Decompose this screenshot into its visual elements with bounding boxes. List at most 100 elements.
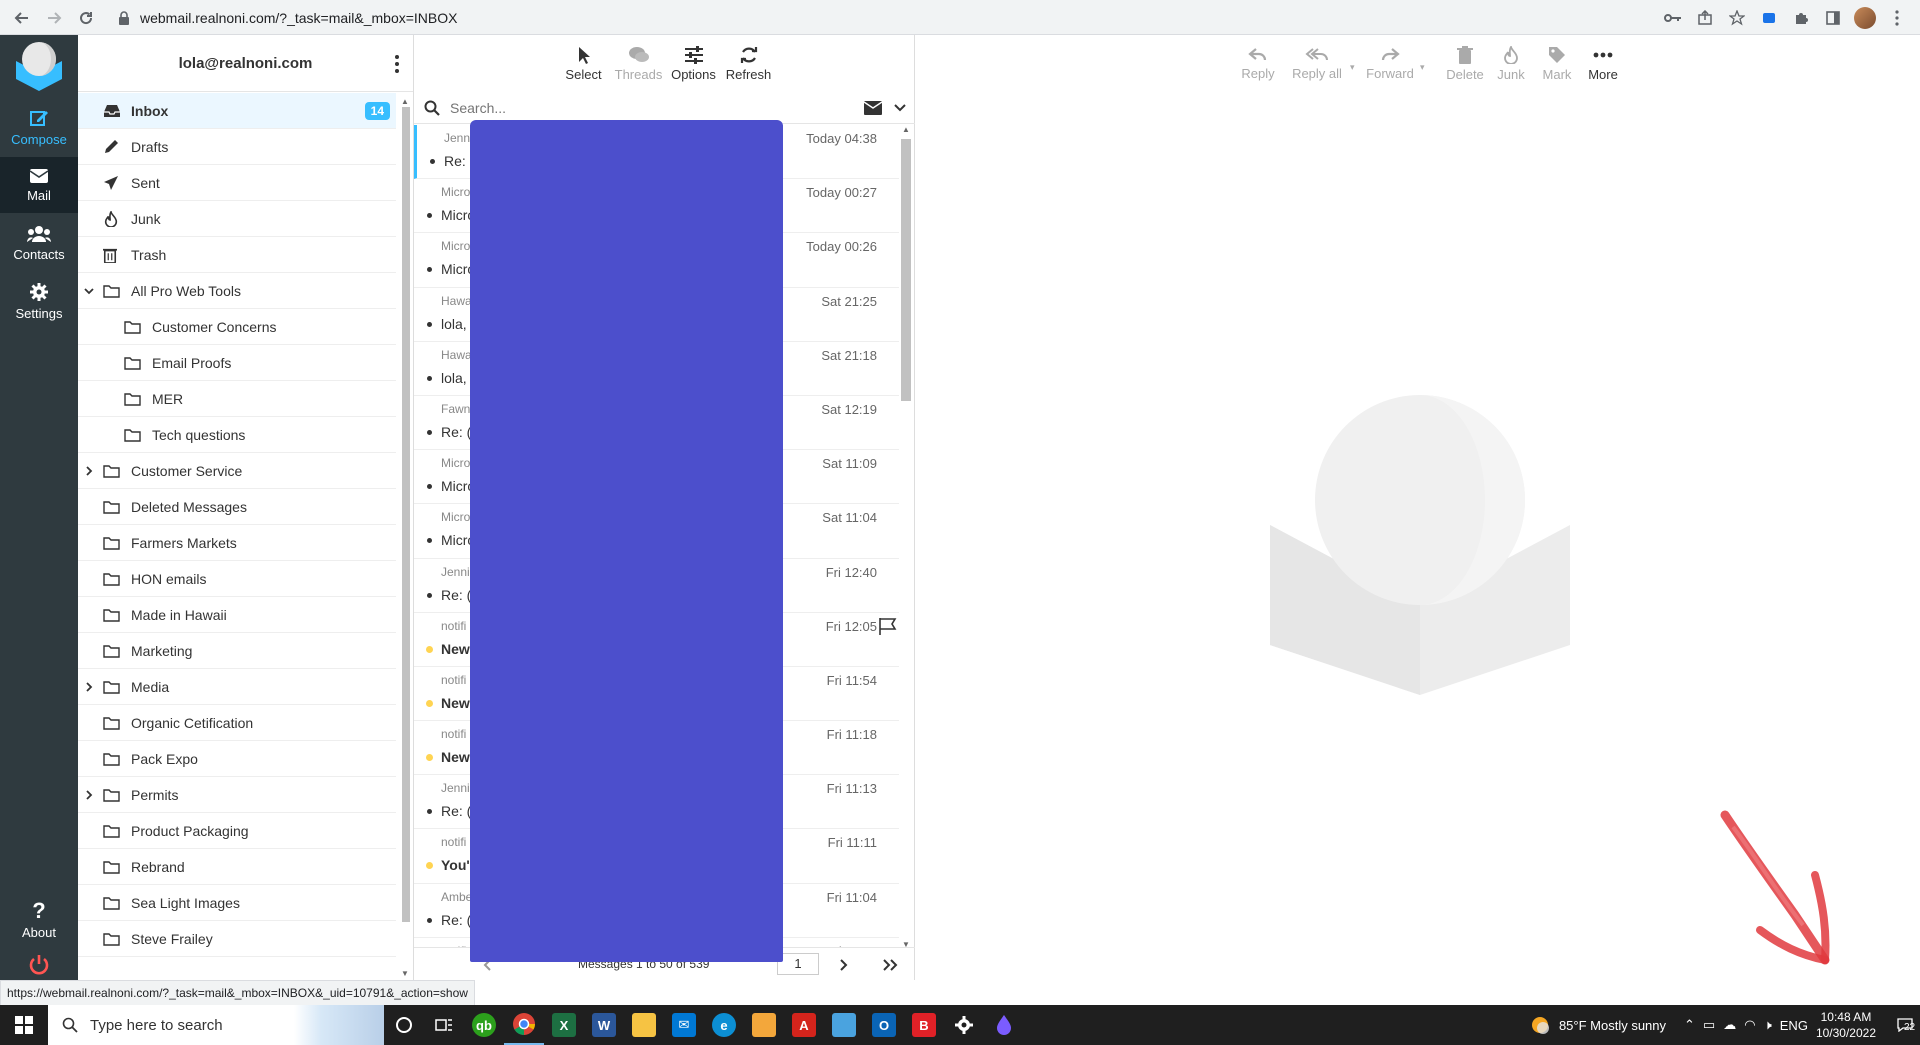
folder-item-media[interactable]: Media [78, 669, 396, 705]
folder-item-organic-cetification[interactable]: Organic Cetification [78, 705, 396, 741]
chevron-right-icon[interactable] [84, 682, 94, 692]
folder-item-customer-service[interactable]: Customer Service [78, 453, 396, 489]
folder-scrollbar[interactable]: ▲ ▼ [400, 97, 412, 978]
folder-item-rebrand[interactable]: Rebrand [78, 849, 396, 885]
forward-dropdown-icon[interactable]: ▾ [1420, 62, 1442, 73]
folder-item-sent[interactable]: Sent [78, 165, 396, 201]
folder-item-permits[interactable]: Permits [78, 777, 396, 813]
folder-item-steve-frailey[interactable]: Steve Frailey [78, 921, 396, 957]
puzzle-icon[interactable] [1788, 5, 1814, 31]
contacts-button[interactable]: Contacts [0, 215, 78, 271]
scroll-up-icon[interactable]: ▲ [401, 97, 409, 106]
message-scrollbar[interactable]: ▲ ▼ [899, 125, 913, 949]
folder-item-product-packaging[interactable]: Product Packaging [78, 813, 396, 849]
chevron-right-icon[interactable] [84, 790, 94, 800]
envelope-filter-icon[interactable] [864, 101, 882, 115]
extension-blue-icon[interactable] [1756, 5, 1782, 31]
word-icon[interactable]: W [584, 1005, 624, 1045]
folder-item-trash[interactable]: Trash [78, 237, 396, 273]
settings-button[interactable]: Settings [0, 273, 78, 329]
chevron-down-icon[interactable] [84, 286, 94, 296]
reply-all-dropdown-icon[interactable]: ▾ [1350, 62, 1360, 73]
folder-item-drafts[interactable]: Drafts [78, 129, 396, 165]
forward-button[interactable] [38, 2, 70, 34]
folder-scroll-thumb[interactable] [402, 107, 410, 922]
chrome-icon[interactable] [504, 1005, 544, 1045]
refresh-button[interactable]: Refresh [721, 46, 776, 82]
quickbooks-icon[interactable]: qb [464, 1005, 504, 1045]
edge-icon[interactable]: e [704, 1005, 744, 1045]
weather-text[interactable]: 85°F Mostly sunny [1559, 1018, 1666, 1033]
flag-icon[interactable] [878, 617, 898, 637]
task-view-icon[interactable] [424, 1005, 464, 1045]
folder-item-tech-questions[interactable]: Tech questions [78, 417, 396, 453]
select-button[interactable]: Select [556, 46, 611, 82]
junk-button[interactable]: Junk [1488, 45, 1534, 82]
mail-app-icon[interactable]: ✉ [664, 1005, 704, 1045]
reply-button[interactable]: Reply [1232, 47, 1284, 81]
folder-item-customer-concerns[interactable]: Customer Concerns [78, 309, 396, 345]
remote-desktop-icon[interactable] [824, 1005, 864, 1045]
folder-item-deleted-messages[interactable]: Deleted Messages [78, 489, 396, 525]
tray-chevron-up-icon[interactable]: ⌃ [1684, 1017, 1695, 1033]
scroll-up-icon[interactable]: ▲ [902, 125, 910, 134]
search-input[interactable] [450, 99, 850, 116]
logout-power-icon[interactable] [27, 953, 51, 977]
options-button[interactable]: Options [666, 45, 721, 82]
acrobat-icon[interactable]: A [784, 1005, 824, 1045]
roundcube-logo[interactable] [12, 39, 66, 93]
page-number-input[interactable]: 1 [777, 953, 819, 975]
onedrive-cloud-icon[interactable]: ☁ [1723, 1017, 1736, 1033]
taskbar-search[interactable]: Type here to search [48, 1005, 384, 1045]
profile-avatar[interactable] [1852, 5, 1878, 31]
excel-icon[interactable]: X [544, 1005, 584, 1045]
start-button[interactable] [0, 1005, 48, 1045]
reply-all-button[interactable]: Reply all [1284, 47, 1350, 81]
folder-item-all-pro-web-tools[interactable]: All Pro Web Tools [78, 273, 396, 309]
file-explorer-icon[interactable] [624, 1005, 664, 1045]
cortana-icon[interactable] [384, 1005, 424, 1045]
language-indicator[interactable]: ENG [1780, 1018, 1808, 1033]
folder-item-email-proofs[interactable]: Email Proofs [78, 345, 396, 381]
folder-options-menu-icon[interactable] [387, 53, 407, 75]
more-button[interactable]: More [1580, 46, 1626, 82]
about-button[interactable]: ? About [0, 892, 78, 948]
folder-item-mer[interactable]: MER [78, 381, 396, 417]
chevron-down-icon[interactable] [894, 103, 906, 113]
scroll-down-icon[interactable]: ▼ [401, 969, 409, 978]
message-scroll-thumb[interactable] [901, 139, 911, 401]
folder-item-made-in-hawaii[interactable]: Made in Hawaii [78, 597, 396, 633]
outlook-icon[interactable]: O [864, 1005, 904, 1045]
network-icon[interactable]: ◠ [1744, 1017, 1755, 1033]
chevron-right-icon[interactable] [84, 466, 94, 476]
mark-button[interactable]: Mark [1534, 46, 1580, 82]
folder-item-sea-light-images[interactable]: Sea Light Images [78, 885, 396, 921]
notification-center[interactable]: 22 [1890, 1005, 1920, 1045]
back-button[interactable] [6, 2, 38, 34]
b-app-icon[interactable]: B [904, 1005, 944, 1045]
key-icon[interactable] [1660, 5, 1686, 31]
drop-app-icon[interactable] [984, 1005, 1024, 1045]
folder-item-hon-emails[interactable]: HON emails [78, 561, 396, 597]
sidepanel-icon[interactable] [1820, 5, 1846, 31]
settings-app-icon[interactable] [944, 1005, 984, 1045]
address-bar[interactable]: webmail.realnoni.com/?_task=mail&_mbox=I… [106, 3, 1880, 32]
compose-button[interactable]: Compose [0, 99, 78, 155]
folder-item-junk[interactable]: Junk [78, 201, 396, 237]
share-icon[interactable] [1692, 5, 1718, 31]
last-page-icon[interactable] [882, 959, 898, 971]
volume-icon[interactable]: 🕨 [1764, 1017, 1772, 1033]
folder-item-farmers-markets[interactable]: Farmers Markets [78, 525, 396, 561]
sticky-notes-icon[interactable] [744, 1005, 784, 1045]
reload-button[interactable] [70, 2, 102, 34]
tray-app-icon[interactable]: ▭ [1703, 1017, 1715, 1033]
browser-menu-icon[interactable] [1884, 5, 1910, 31]
threads-button[interactable]: Threads [611, 46, 666, 82]
folder-item-pack-expo[interactable]: Pack Expo [78, 741, 396, 777]
star-icon[interactable] [1724, 5, 1750, 31]
mail-button[interactable]: Mail [0, 157, 78, 213]
forward-button[interactable]: Forward [1360, 47, 1420, 81]
folder-item-marketing[interactable]: Marketing [78, 633, 396, 669]
delete-button[interactable]: Delete [1442, 45, 1488, 82]
next-page-icon[interactable] [839, 959, 849, 971]
